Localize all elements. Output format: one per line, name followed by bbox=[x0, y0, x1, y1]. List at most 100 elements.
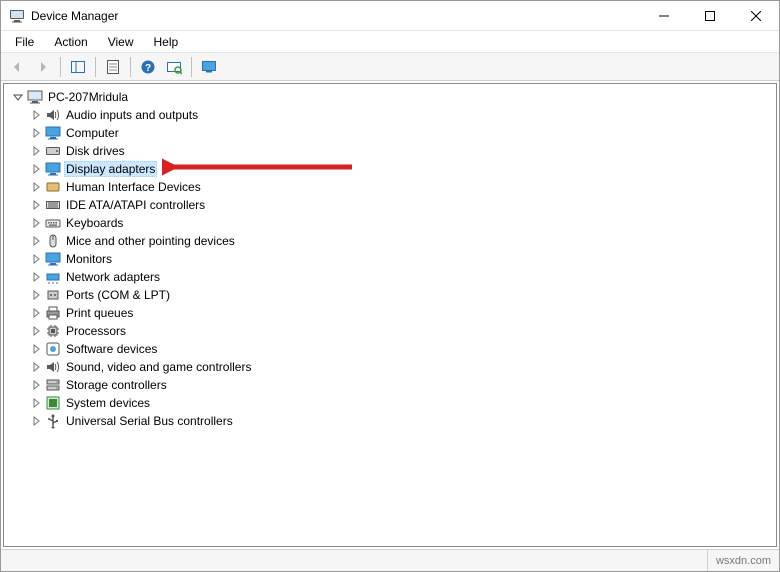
minimize-button[interactable] bbox=[641, 1, 687, 31]
tree-root-node[interactable]: PC-207Mridula bbox=[12, 88, 768, 106]
scan-hardware-button[interactable] bbox=[162, 56, 186, 78]
keyboard-icon bbox=[45, 215, 61, 231]
tree-item-label[interactable]: Ports (COM & LPT) bbox=[64, 288, 172, 302]
toolbar: ? bbox=[1, 53, 779, 81]
tree-item-label[interactable]: Keyboards bbox=[64, 216, 125, 230]
tree-item[interactable]: Display adapters bbox=[30, 160, 768, 178]
expand-icon[interactable] bbox=[30, 325, 42, 337]
maximize-button[interactable] bbox=[687, 1, 733, 31]
expand-icon[interactable] bbox=[30, 127, 42, 139]
tree-item[interactable]: Audio inputs and outputs bbox=[30, 106, 768, 124]
system-icon bbox=[45, 395, 61, 411]
tree-item-label[interactable]: Computer bbox=[64, 126, 121, 140]
tree-item[interactable]: System devices bbox=[30, 394, 768, 412]
expand-icon[interactable] bbox=[30, 343, 42, 355]
tree-item[interactable]: Human Interface Devices bbox=[30, 178, 768, 196]
tree-item-label[interactable]: Sound, video and game controllers bbox=[64, 360, 253, 374]
monitor-tool-button[interactable] bbox=[197, 56, 221, 78]
tree-item[interactable]: Mice and other pointing devices bbox=[30, 232, 768, 250]
toolbar-separator bbox=[60, 57, 61, 77]
monitor-icon bbox=[45, 251, 61, 267]
expand-icon[interactable] bbox=[30, 181, 42, 193]
back-button[interactable] bbox=[5, 56, 29, 78]
tree-item-label[interactable]: Audio inputs and outputs bbox=[64, 108, 200, 122]
titlebar: Device Manager bbox=[1, 1, 779, 31]
window-title: Device Manager bbox=[31, 9, 641, 23]
tree-item[interactable]: Monitors bbox=[30, 250, 768, 268]
expand-icon[interactable] bbox=[30, 397, 42, 409]
app-icon bbox=[9, 8, 25, 24]
expand-icon[interactable] bbox=[30, 307, 42, 319]
properties-button[interactable] bbox=[101, 56, 125, 78]
expand-icon[interactable] bbox=[30, 109, 42, 121]
monitor-icon bbox=[45, 125, 61, 141]
tree-item-label[interactable]: Human Interface Devices bbox=[64, 180, 203, 194]
tree-item-label[interactable]: Storage controllers bbox=[64, 378, 169, 392]
expand-icon[interactable] bbox=[30, 199, 42, 211]
tree-item-label[interactable]: Print queues bbox=[64, 306, 135, 320]
expand-icon[interactable] bbox=[30, 289, 42, 301]
cpu-icon bbox=[45, 323, 61, 339]
software-icon bbox=[45, 341, 61, 357]
tree-item-label[interactable]: Display adapters bbox=[64, 161, 157, 177]
menu-help[interactable]: Help bbox=[144, 33, 189, 51]
tree-item[interactable]: IDE ATA/ATAPI controllers bbox=[30, 196, 768, 214]
mouse-icon bbox=[45, 233, 61, 249]
expand-icon[interactable] bbox=[30, 145, 42, 157]
window-controls bbox=[641, 1, 779, 31]
tree-item[interactable]: Disk drives bbox=[30, 142, 768, 160]
show-hide-console-tree-button[interactable] bbox=[66, 56, 90, 78]
toolbar-separator bbox=[191, 57, 192, 77]
svg-text:?: ? bbox=[145, 63, 151, 74]
device-manager-window: Device Manager File Action View Help bbox=[0, 0, 780, 572]
tree-item-label[interactable]: Universal Serial Bus controllers bbox=[64, 414, 235, 428]
menu-file[interactable]: File bbox=[5, 33, 44, 51]
tree-item-label[interactable]: System devices bbox=[64, 396, 152, 410]
statusbar: wsxdn.com bbox=[1, 549, 779, 571]
menubar: File Action View Help bbox=[1, 31, 779, 53]
watermark: wsxdn.com bbox=[707, 550, 771, 571]
tree-item-label[interactable]: Monitors bbox=[64, 252, 114, 266]
disk-icon bbox=[45, 143, 61, 159]
tree-item-label[interactable]: IDE ATA/ATAPI controllers bbox=[64, 198, 207, 212]
speaker-icon bbox=[45, 359, 61, 375]
printer-icon bbox=[45, 305, 61, 321]
expand-icon[interactable] bbox=[30, 271, 42, 283]
usb-icon bbox=[45, 413, 61, 429]
expand-icon[interactable] bbox=[30, 217, 42, 229]
tree-item[interactable]: Keyboards bbox=[30, 214, 768, 232]
tree-root-label[interactable]: PC-207Mridula bbox=[46, 90, 130, 104]
forward-button[interactable] bbox=[31, 56, 55, 78]
tree-item-label[interactable]: Software devices bbox=[64, 342, 159, 356]
device-tree[interactable]: PC-207Mridula Audio inputs and outputs Co… bbox=[3, 83, 777, 547]
expand-icon[interactable] bbox=[30, 379, 42, 391]
tree-item[interactable]: Network adapters bbox=[30, 268, 768, 286]
tree-item[interactable]: Storage controllers bbox=[30, 376, 768, 394]
tree-item-label[interactable]: Network adapters bbox=[64, 270, 162, 284]
tree-item[interactable]: Universal Serial Bus controllers bbox=[30, 412, 768, 430]
monitor-icon bbox=[45, 161, 61, 177]
expand-icon[interactable] bbox=[30, 361, 42, 373]
ide-icon bbox=[45, 197, 61, 213]
toolbar-separator bbox=[95, 57, 96, 77]
tree-item-label[interactable]: Disk drives bbox=[64, 144, 127, 158]
tree-item[interactable]: Ports (COM & LPT) bbox=[30, 286, 768, 304]
tree-item[interactable]: Processors bbox=[30, 322, 768, 340]
tree-item[interactable]: Software devices bbox=[30, 340, 768, 358]
close-button[interactable] bbox=[733, 1, 779, 31]
tree-item[interactable]: Computer bbox=[30, 124, 768, 142]
tree-item-label[interactable]: Mice and other pointing devices bbox=[64, 234, 237, 248]
tree-item[interactable]: Sound, video and game controllers bbox=[30, 358, 768, 376]
expand-icon[interactable] bbox=[30, 253, 42, 265]
tree-item-label[interactable]: Processors bbox=[64, 324, 128, 338]
expand-icon[interactable] bbox=[30, 163, 42, 175]
expand-icon[interactable] bbox=[30, 235, 42, 247]
hid-icon bbox=[45, 179, 61, 195]
menu-view[interactable]: View bbox=[98, 33, 144, 51]
tree-item[interactable]: Print queues bbox=[30, 304, 768, 322]
port-icon bbox=[45, 287, 61, 303]
help-button[interactable]: ? bbox=[136, 56, 160, 78]
collapse-icon[interactable] bbox=[12, 91, 24, 103]
menu-action[interactable]: Action bbox=[44, 33, 97, 51]
expand-icon[interactable] bbox=[30, 415, 42, 427]
